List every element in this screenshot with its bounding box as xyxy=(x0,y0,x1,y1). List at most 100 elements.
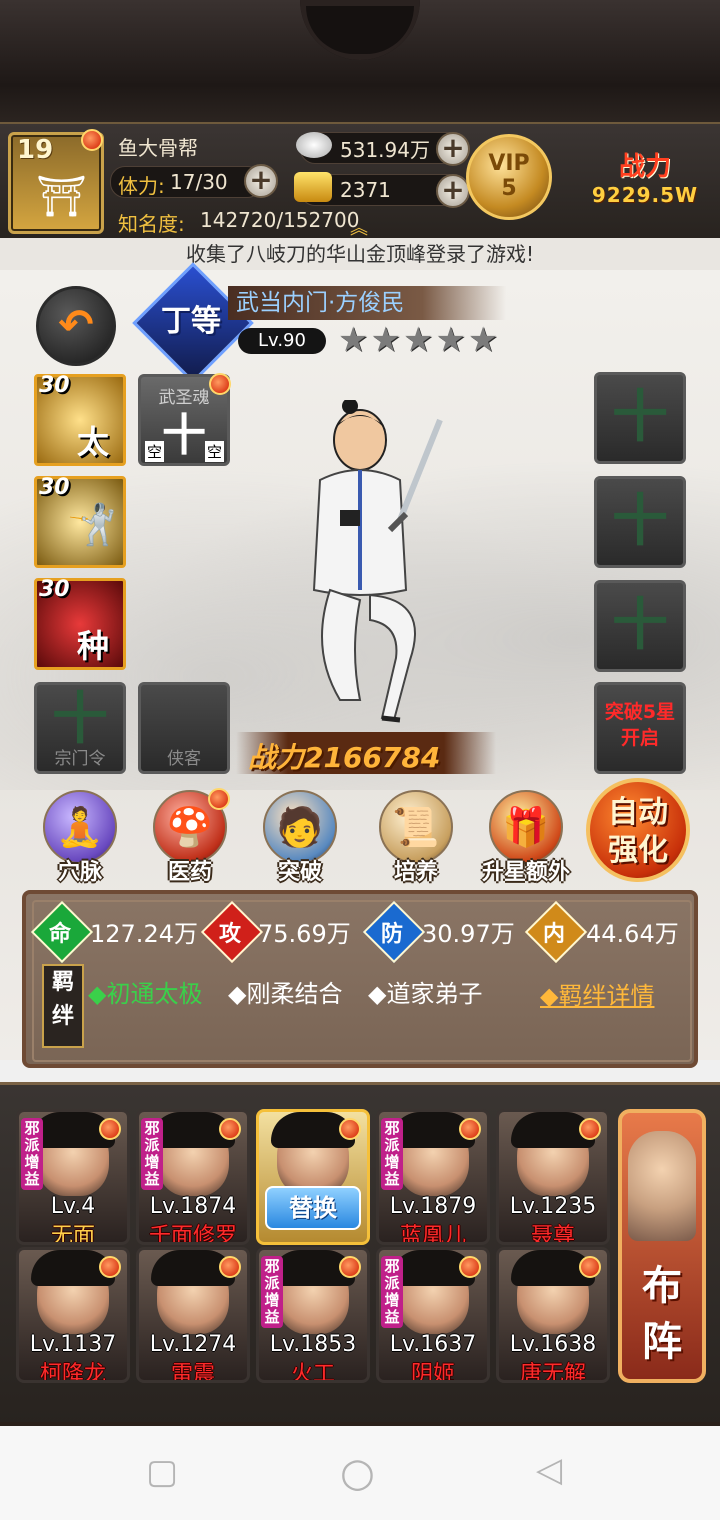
silver-amount: 531.94万 xyxy=(340,138,430,162)
replace-button[interactable]: 替换 xyxy=(265,1186,361,1230)
notification-dot xyxy=(99,1118,121,1140)
equip-slot-1[interactable]: 十 xyxy=(594,372,686,464)
recent-apps-icon[interactable]: ▢ xyxy=(146,1452,178,1492)
lineup-line1: 布 xyxy=(642,1263,682,1309)
member-level: Lv.1274 xyxy=(149,1332,237,1357)
retainer-slot[interactable]: 侠客 xyxy=(138,682,230,774)
skill-glyph: 种 xyxy=(77,627,110,665)
bond-item-3: ◆道家弟子 xyxy=(368,980,483,1008)
soul-slot-left: 空 xyxy=(145,441,165,462)
gold-amount: 2371 xyxy=(340,178,391,202)
skill-slot-3[interactable]: 30 种 xyxy=(34,577,126,670)
lineup-button[interactable]: 布 阵 xyxy=(618,1109,706,1383)
locked-slot[interactable]: 突破5星开启 xyxy=(594,682,686,774)
member-level: Lv.1853 xyxy=(269,1332,357,1357)
formation-member-card[interactable]: 邪派增益 Lv.4 无面 xyxy=(16,1109,130,1245)
add-silver-button[interactable]: + xyxy=(436,132,470,166)
evil-faction-bonus-tag: 邪派增益 xyxy=(21,1118,43,1190)
equip-slot-2[interactable]: 十 xyxy=(594,476,686,568)
medicine-label: 医药 xyxy=(167,860,212,885)
roof-banner xyxy=(0,0,720,122)
player-level: 19 xyxy=(17,135,54,165)
star-up-icon: 🎁 xyxy=(489,790,563,864)
plus-icon: 十 xyxy=(612,593,668,658)
home-icon[interactable]: ○ xyxy=(340,1450,375,1496)
formation-member-card[interactable]: 邪派增益 Lv.1879 蓝凰儿 xyxy=(376,1109,490,1245)
formation-member-card[interactable]: Lv.1638 唐无解 xyxy=(496,1247,610,1383)
bond-details-link[interactable]: ◆羁绊详情 xyxy=(540,976,654,1011)
breakthrough-button[interactable]: 🧑 突破 xyxy=(250,790,350,886)
hero-level: Lv.90 xyxy=(238,328,326,354)
formation-member-card[interactable]: 邪派增益 Lv.1853 火工 xyxy=(256,1247,370,1383)
notification-dot xyxy=(209,373,231,395)
formation-member-card[interactable]: 邪派增益 Lv.1637 阴姬 xyxy=(376,1247,490,1383)
add-stamina-button[interactable]: + xyxy=(244,164,278,198)
notification-dot xyxy=(219,1256,241,1278)
breakthrough-label: 突破 xyxy=(277,860,322,885)
add-gold-button[interactable]: + xyxy=(436,174,470,208)
bond-item-2: ◆刚柔结合 xyxy=(228,980,343,1008)
back-icon[interactable]: ◁ xyxy=(536,1450,562,1490)
auto-strengthen-button[interactable]: 自动 强化 xyxy=(586,778,690,882)
formation-member-card[interactable]: Lv.1235 聂尊 xyxy=(496,1109,610,1245)
evil-faction-bonus-tag: 邪派增益 xyxy=(141,1118,163,1190)
medicine-button[interactable]: 🍄 医药 xyxy=(140,788,240,886)
chevron-up-icon[interactable]: ︽ xyxy=(350,214,368,240)
member-name: 蓝凰儿 xyxy=(399,1224,466,1245)
formation-member-card[interactable]: Lv.1274 雷震 xyxy=(136,1247,250,1383)
formation-member-card[interactable]: Lv.1137 柯降龙 xyxy=(16,1247,130,1383)
member-name: 阴姬 xyxy=(410,1362,455,1383)
plus-icon: 十 xyxy=(612,385,668,450)
player-avatar[interactable]: 19 ⛩ xyxy=(8,129,104,234)
attack-value: 75.69万 xyxy=(258,920,351,948)
total-power: 战力 9229.5W xyxy=(572,146,718,207)
hero-power: 战力2166784 xyxy=(248,741,441,774)
vip-label: VIP xyxy=(488,151,530,176)
auto-strengthen-line1: 自动 xyxy=(608,795,668,830)
skill-level: 30 xyxy=(39,373,70,398)
sect-order-slot[interactable]: 十 宗门令 xyxy=(34,682,126,774)
formation-panel: 邪派增益 Lv.4 无面 邪派增益 Lv.1874 千面修罗 替换 邪派增益 Lv.1879 蓝凰… xyxy=(0,1082,720,1425)
skill-level: 30 xyxy=(39,475,70,500)
fame-label: 知名度: xyxy=(118,212,185,236)
swordsman-silhouette-icon: 🤺 xyxy=(67,502,117,548)
member-name: 千面修罗 xyxy=(148,1224,237,1245)
formation-member-card[interactable]: 邪派增益 Lv.1874 千面修罗 xyxy=(136,1109,250,1245)
bond-item-1: ◆初通太极 xyxy=(88,980,203,1008)
hero-name: 武当内门·方俊民 xyxy=(228,286,506,320)
breakthrough-lock-label: 突破5星开启 xyxy=(604,701,676,749)
hero-detail-panel: ↶ 丁等 武当内门·方俊民 Lv.90 ★★★★★ 30 太 30 🤺 30 种… xyxy=(0,262,720,1068)
formation-member-card[interactable]: 替换 xyxy=(256,1109,370,1245)
vip-level: 5 xyxy=(501,176,517,201)
notification-dot xyxy=(339,1118,361,1140)
roof-ornament xyxy=(300,0,420,60)
member-level: Lv.1637 xyxy=(389,1332,477,1357)
member-level: Lv.1137 xyxy=(29,1332,117,1357)
member-name: 无面 xyxy=(50,1224,95,1245)
meridian-button[interactable]: 🧘 穴脉 xyxy=(30,790,130,886)
soul-slot-right: 空 xyxy=(205,441,225,462)
breakthrough-icon: 🧑 xyxy=(263,790,337,864)
skill-level: 30 xyxy=(39,577,70,602)
skill-glyph: 太 xyxy=(77,423,110,461)
equip-slot-3[interactable]: 十 xyxy=(594,580,686,672)
notification-dot xyxy=(459,1256,481,1278)
soul-slot[interactable]: 武圣魂 十 空 空 xyxy=(138,373,231,466)
notification-dot xyxy=(579,1118,601,1140)
attack-icon-label: 攻 xyxy=(218,922,241,947)
star-up-label: 升星额外 xyxy=(481,860,570,885)
meridian-label: 穴脉 xyxy=(57,860,102,885)
meridian-icon: 🧘 xyxy=(43,790,117,864)
power-value: 9229.5W xyxy=(591,183,699,207)
training-button[interactable]: 📜 培养 xyxy=(366,790,466,886)
evil-faction-bonus-tag: 邪派增益 xyxy=(381,1118,403,1190)
skill-slot-1[interactable]: 30 太 xyxy=(34,373,126,466)
skill-slot-2[interactable]: 30 🤺 xyxy=(34,475,126,568)
star-up-button[interactable]: 🎁 升星额外 xyxy=(476,790,576,886)
member-level: Lv.1235 xyxy=(509,1194,597,1219)
notification-dot xyxy=(579,1256,601,1278)
training-icon: 📜 xyxy=(379,790,453,864)
vip-badge[interactable]: VIP 5 xyxy=(466,134,552,220)
lineup-line2: 阵 xyxy=(642,1319,682,1365)
back-button[interactable]: ↶ xyxy=(36,286,116,366)
